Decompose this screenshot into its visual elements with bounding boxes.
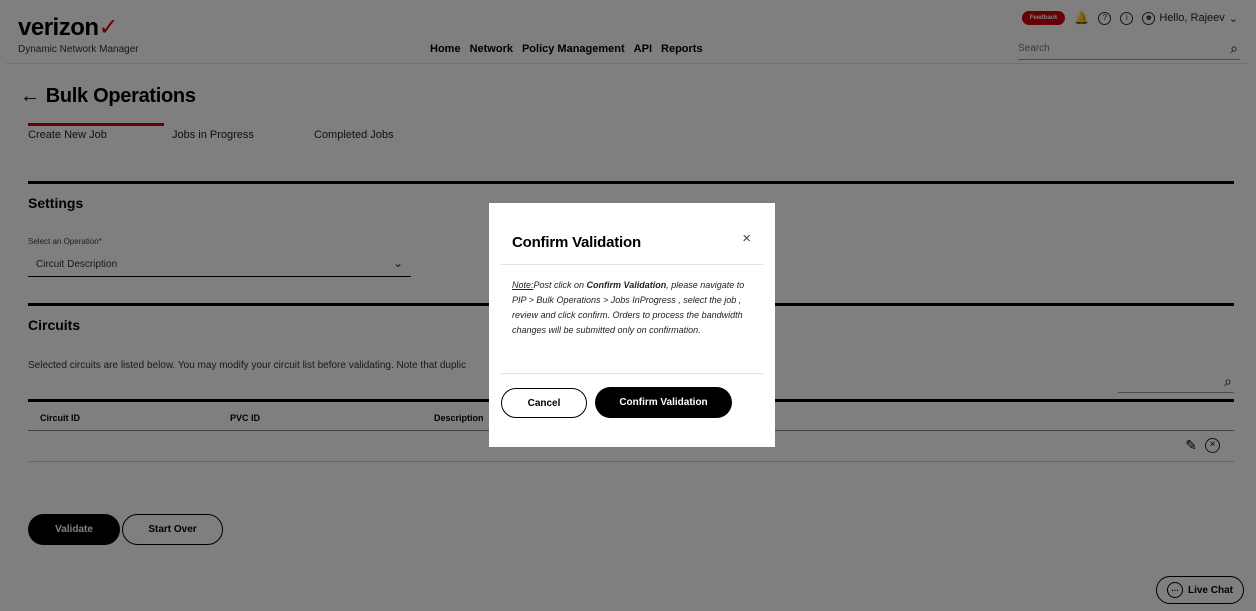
note-bold: Confirm Validation [586, 280, 667, 290]
modal-title: Confirm Validation [512, 234, 641, 251]
confirm-validation-button[interactable]: Confirm Validation [595, 387, 732, 418]
close-icon[interactable]: × [742, 230, 751, 247]
modal-divider [501, 373, 763, 374]
cancel-button[interactable]: Cancel [501, 388, 587, 418]
confirm-validation-modal: Confirm Validation × Note:Post click on … [489, 203, 775, 447]
note-label: Note: [512, 280, 534, 290]
note-pre: Post click on [533, 280, 587, 290]
modal-note: Note:Post click on Confirm Validation, p… [512, 278, 758, 338]
modal-divider [501, 264, 763, 265]
